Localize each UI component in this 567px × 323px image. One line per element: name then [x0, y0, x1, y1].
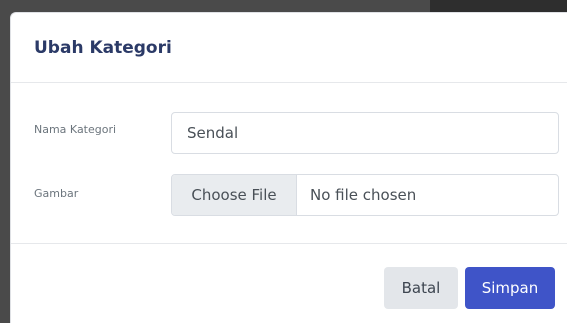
choose-file-button[interactable]: Choose File	[172, 175, 297, 215]
modal-body: Nama Kategori Gambar Choose File No file…	[11, 83, 567, 244]
edit-category-modal: Ubah Kategori Nama Kategori Gambar Choos…	[10, 12, 567, 323]
category-name-label: Nama Kategori	[34, 123, 117, 136]
category-name-input[interactable]	[171, 112, 559, 154]
image-file-input[interactable]: Choose File No file chosen	[171, 174, 559, 216]
modal-header: Ubah Kategori	[11, 13, 567, 83]
modal-footer: Batal Simpan	[11, 244, 567, 323]
image-label: Gambar	[34, 187, 79, 200]
modal-title: Ubah Kategori	[34, 37, 172, 58]
backdrop-shadow	[430, 0, 567, 12]
save-button[interactable]: Simpan	[465, 267, 555, 309]
cancel-button[interactable]: Batal	[384, 267, 458, 309]
file-status-text: No file chosen	[310, 186, 417, 204]
